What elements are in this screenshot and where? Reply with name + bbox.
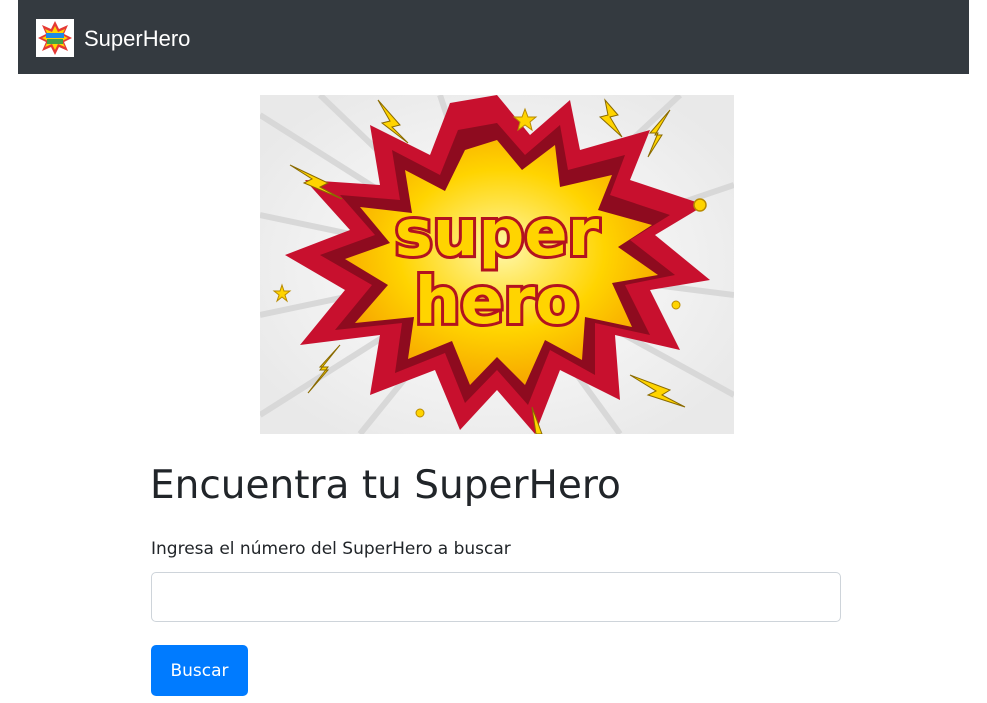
- hero-number-input[interactable]: [151, 572, 841, 622]
- navbar: SuperHero: [18, 0, 969, 74]
- brand-name[interactable]: SuperHero: [84, 25, 190, 53]
- banner-line-2: hero: [415, 265, 580, 339]
- search-label: Ingresa el número del SuperHero a buscar: [151, 539, 511, 559]
- superhero-banner-image: super hero: [260, 95, 734, 434]
- comic-logo-icon[interactable]: [36, 19, 74, 57]
- search-button[interactable]: Buscar: [151, 645, 248, 696]
- banner-line-1: super: [395, 197, 600, 271]
- page-title: Encuentra tu SuperHero: [150, 463, 621, 508]
